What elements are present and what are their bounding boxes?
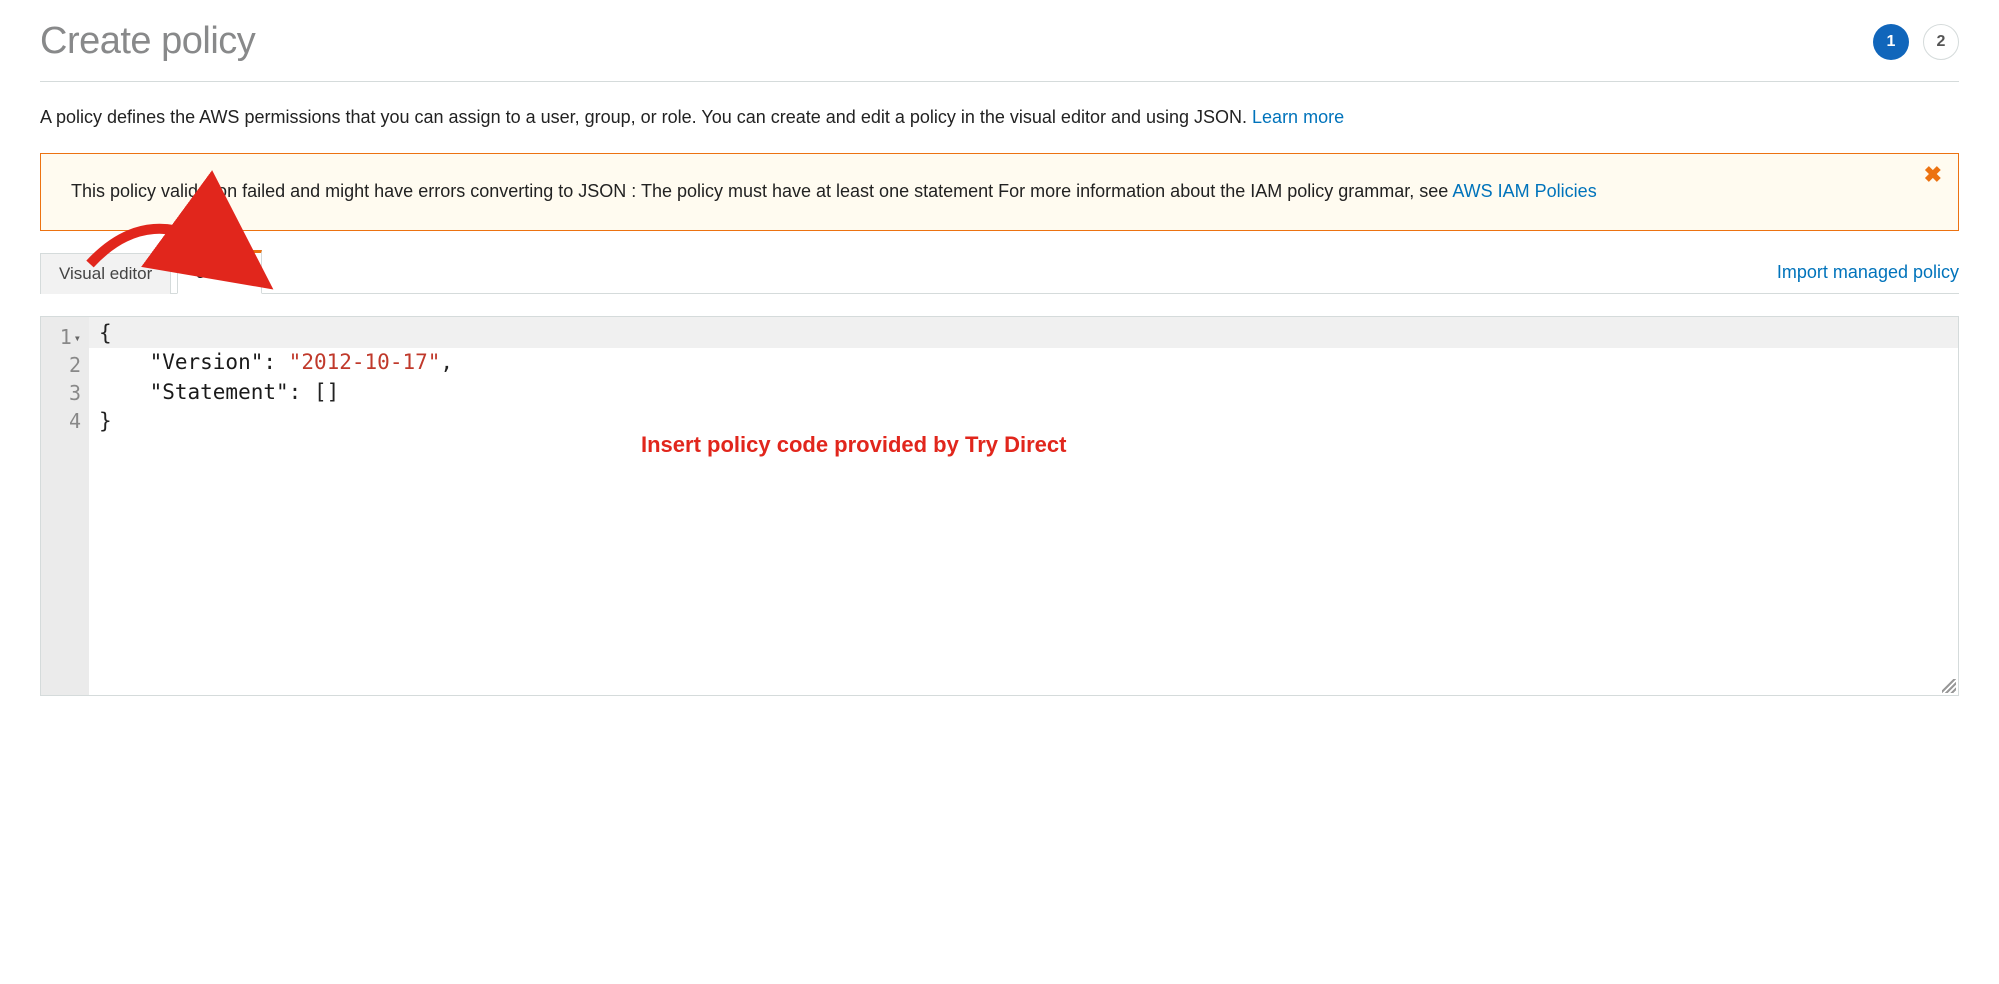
close-icon[interactable]: ✖ — [1924, 164, 1942, 186]
tab-visual-editor[interactable]: Visual editor — [40, 253, 171, 294]
line-number: 2 — [45, 351, 81, 379]
import-managed-policy-link[interactable]: Import managed policy — [1777, 254, 1959, 293]
wizard-step-2[interactable]: 2 — [1923, 24, 1959, 60]
line-number: 3 — [45, 379, 81, 407]
tabs-list: Visual editor JSON — [40, 249, 268, 293]
annotation-label: Insert policy code provided by Try Direc… — [641, 432, 1066, 458]
validation-alert: ✖ This policy validation failed and migh… — [40, 153, 1959, 231]
line-number: 1 — [45, 323, 81, 351]
resize-handle-icon[interactable] — [1942, 679, 1956, 693]
code-line: "Version": "2012-10-17", — [99, 350, 453, 374]
tabs-container: Visual editor JSON Import managed policy — [40, 249, 1959, 294]
alert-message: This policy validation failed and might … — [71, 181, 1452, 201]
alert-doc-link[interactable]: AWS IAM Policies — [1452, 181, 1596, 201]
json-editor[interactable]: 1 2 3 4 { "Version": "2012-10-17", "Stat… — [40, 316, 1959, 696]
wizard-steps: 1 2 — [1873, 24, 1959, 60]
code-line: "Statement": [] — [99, 380, 339, 404]
page-title: Create policy — [40, 20, 255, 63]
tabs-row: Visual editor JSON Import managed policy — [40, 249, 1959, 294]
description-text: A policy defines the AWS permissions tha… — [40, 107, 1252, 127]
editor-gutter: 1 2 3 4 — [41, 317, 89, 695]
learn-more-link[interactable]: Learn more — [1252, 107, 1344, 127]
tab-json[interactable]: JSON — [177, 250, 261, 294]
header-row: Create policy 1 2 — [40, 20, 1959, 82]
code-line: } — [99, 409, 112, 433]
code-area[interactable]: { "Version": "2012-10-17", "Statement": … — [89, 317, 1958, 695]
wizard-step-1[interactable]: 1 — [1873, 24, 1909, 60]
line-number: 4 — [45, 407, 81, 435]
policy-description: A policy defines the AWS permissions tha… — [40, 104, 1959, 131]
code-line: { — [89, 317, 1958, 348]
